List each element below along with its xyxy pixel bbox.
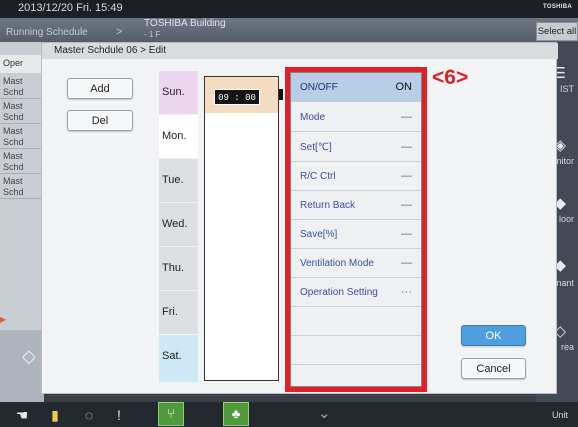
annotation-label: <6> xyxy=(432,66,469,89)
hand-icon[interactable]: ☚ xyxy=(14,405,30,425)
setting-row-empty xyxy=(291,307,421,336)
time-value[interactable]: 09 : 00 xyxy=(214,89,260,105)
setting-label: Mode xyxy=(300,112,326,123)
setting-label: Set[℃] xyxy=(300,142,332,153)
book-icon[interactable]: ▮ xyxy=(46,405,64,425)
select-all-button[interactable]: Select all xyxy=(536,22,578,41)
diamond-icon: ◇ xyxy=(22,346,36,366)
list-item[interactable]: Mast Schd xyxy=(0,176,44,199)
tab-thu[interactable]: Thu. xyxy=(159,247,198,291)
tab-wed[interactable]: Wed. xyxy=(159,203,198,247)
schedule-column[interactable]: 09 : 00 xyxy=(204,76,279,381)
setting-label: Ventilation Mode xyxy=(300,258,374,269)
setting-label: Operation Setting xyxy=(300,287,378,298)
setting-value: — xyxy=(401,199,412,211)
setting-row-ventilation-mode[interactable]: Ventilation Mode — xyxy=(291,249,421,278)
list-item[interactable]: Mast Schd xyxy=(0,126,44,149)
datetime: 2013/12/20 Fri. 15:49 xyxy=(18,2,123,14)
setting-value: — xyxy=(401,228,412,240)
setting-label: Return Back xyxy=(300,200,356,211)
setting-label: Save[%] xyxy=(300,229,338,240)
restaurant-icon[interactable]: ⑂ xyxy=(158,402,184,426)
setting-row-operation-setting[interactable]: Operation Setting ··· xyxy=(291,278,421,307)
setting-value: ··· xyxy=(401,286,412,298)
tab-fri[interactable]: Fri. xyxy=(159,291,198,335)
brand-logo: TOSHIBA xyxy=(543,4,572,10)
setting-row-rc-ctrl[interactable]: R/C Ctrl — xyxy=(291,162,421,191)
time-slot[interactable]: 09 : 00 xyxy=(205,77,278,113)
setting-row-empty xyxy=(291,336,421,365)
chevron-down-icon[interactable]: ⌄ xyxy=(318,404,331,422)
people-icon[interactable]: ♣ xyxy=(223,402,249,426)
tab-tue[interactable]: Tue. xyxy=(159,159,198,203)
setting-value: ON xyxy=(395,81,413,93)
alert-icon[interactable]: ! xyxy=(114,405,124,425)
setting-row-set-temp[interactable]: Set[℃] — xyxy=(291,133,421,162)
ok-button[interactable]: OK xyxy=(461,325,526,346)
list-header: Oper xyxy=(0,55,44,73)
del-button[interactable]: Del xyxy=(67,110,133,131)
setting-row-return-back[interactable]: Return Back — xyxy=(291,191,421,220)
tab-sat[interactable]: Sat. xyxy=(159,335,198,383)
setting-row-mode[interactable]: Mode — xyxy=(291,103,421,132)
edit-dialog: Master Schdule 06 > Edit Add Del Sun. Mo… xyxy=(41,42,558,394)
list-item[interactable]: Mast Schd xyxy=(0,151,44,174)
chevron-right-icon: > xyxy=(116,26,123,38)
setting-label: ON/OFF xyxy=(300,82,338,93)
setting-value: — xyxy=(401,257,412,269)
tab-mon[interactable]: Mon. xyxy=(159,115,198,159)
tab-sun[interactable]: Sun. xyxy=(159,71,198,115)
setting-value: — xyxy=(401,141,412,153)
settings-panel: ON/OFF ON Mode — Set[℃] — R/C Ctrl — Ret… xyxy=(290,72,422,387)
dialog-title: Master Schdule 06 > Edit xyxy=(42,43,558,59)
day-tabs: Sun. Mon. Tue. Wed. Thu. Fri. Sat. xyxy=(159,71,198,385)
building-name: TOSHIBA Building xyxy=(144,18,226,29)
list-item[interactable]: Mast Schd xyxy=(0,101,44,124)
loading-icon[interactable]: ◌ xyxy=(80,405,98,425)
floor-name: - 1 F xyxy=(144,30,161,39)
setting-row-save[interactable]: Save[%] — xyxy=(291,220,421,249)
slot-marker xyxy=(279,89,283,100)
setting-value: — xyxy=(401,170,412,182)
cancel-button[interactable]: Cancel xyxy=(461,358,526,379)
dock-unit-label[interactable]: Unit xyxy=(552,410,568,420)
add-button[interactable]: Add xyxy=(67,78,133,99)
setting-value: — xyxy=(401,111,412,123)
running-schedule-label[interactable]: Running Schedule xyxy=(6,27,88,38)
list-item[interactable]: Mast Schd xyxy=(0,76,44,99)
status-bar: 2013/12/20 Fri. 15:49 TOSHIBA xyxy=(0,0,578,18)
setting-label: R/C Ctrl xyxy=(300,171,336,182)
setting-row-onoff[interactable]: ON/OFF ON xyxy=(291,73,421,102)
arrow-right-icon: ▸ xyxy=(0,312,7,326)
